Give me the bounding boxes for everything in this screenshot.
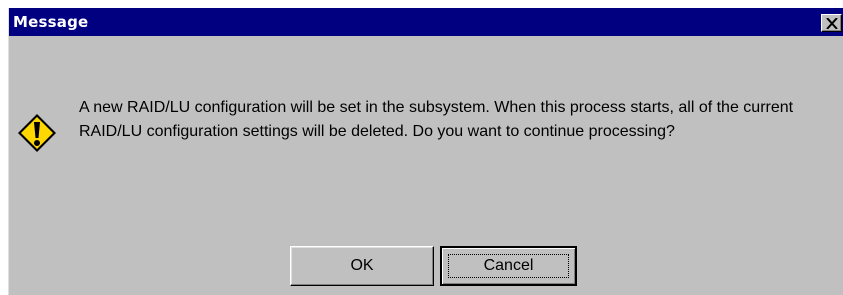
close-button[interactable] [821,14,842,32]
title-bar[interactable]: Message [9,8,843,36]
message-dialog: Message A new RAID/LU configuration will… [8,8,843,295]
cancel-button-label: Cancel [483,257,534,274]
ok-button-label: OK [350,257,374,274]
cancel-button[interactable]: Cancel [440,246,577,286]
dialog-title: Message [13,13,89,31]
warning-icon [17,113,57,153]
message-text: A new RAID/LU configuration will be set … [79,99,794,140]
close-icon [826,18,838,29]
ok-button[interactable]: OK [290,246,434,286]
